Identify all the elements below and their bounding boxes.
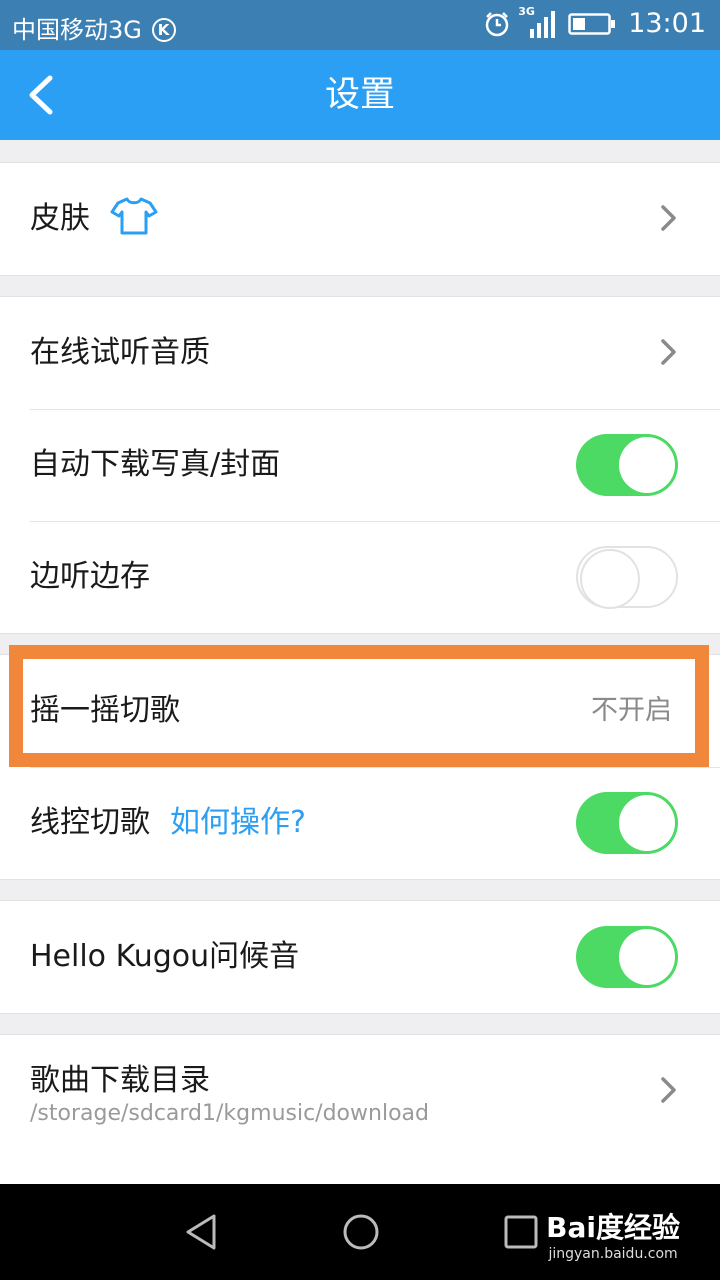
setting-row-quality[interactable]: 在线试听音质 xyxy=(0,297,720,409)
shake-value: 不开启 xyxy=(591,695,672,726)
how-to-link[interactable]: 如何操作? xyxy=(170,805,306,840)
chevron-right-icon xyxy=(661,1077,676,1103)
setting-row-auto-download: 自动下载写真/封面 xyxy=(0,409,720,521)
chevron-right-icon xyxy=(661,205,676,231)
auto-download-toggle[interactable] xyxy=(576,434,678,496)
wire-control-toggle[interactable] xyxy=(576,792,678,854)
section-controls: 摇一摇切歌 不开启 线控切歌 如何操作? xyxy=(0,654,720,880)
section-greeting: Hello Kugou问候音 xyxy=(0,900,720,1014)
download-dir-path: /storage/sdcard1/kgmusic/download xyxy=(30,1101,429,1126)
section-playback: 在线试听音质 自动下载写真/封面 边听边存 xyxy=(0,296,720,634)
navigation-bar: Bai度经验 jingyan.baidu.com xyxy=(0,1184,720,1280)
setting-row-greeting: Hello Kugou问候音 xyxy=(0,901,720,1013)
greeting-toggle[interactable] xyxy=(576,926,678,988)
alarm-icon xyxy=(485,11,509,36)
status-icons: 3G 13:01 xyxy=(484,5,706,39)
battery-icon xyxy=(568,12,616,35)
section-storage: 歌曲下载目录 /storage/sdcard1/kgmusic/download xyxy=(0,1034,720,1184)
setting-row-wire-control: 线控切歌 如何操作? xyxy=(0,767,720,879)
baidu-watermark: Bai度经验 jingyan.baidu.com xyxy=(546,1206,680,1262)
watermark-brand: Bai度经验 xyxy=(546,1211,680,1244)
cache-label: 边听边存 xyxy=(30,559,150,594)
carrier: 中国移动3G K xyxy=(12,10,176,45)
setting-row-download-dir[interactable]: 歌曲下载目录 /storage/sdcard1/kgmusic/download xyxy=(0,1035,720,1147)
setting-row-skin[interactable]: 皮肤 xyxy=(0,163,720,275)
watermark-site: jingyan.baidu.com xyxy=(548,1246,678,1262)
download-dir-label: 歌曲下载目录 xyxy=(30,1063,210,1098)
skin-label-text: 皮肤 xyxy=(30,201,90,236)
app-bar: 设置 xyxy=(0,50,720,140)
auto-download-label: 自动下载写真/封面 xyxy=(30,447,281,482)
page-title: 设置 xyxy=(324,75,395,115)
carrier-name: 中国移动3G xyxy=(12,16,142,44)
recents-square-icon[interactable] xyxy=(503,1214,539,1250)
back-triangle-icon[interactable] xyxy=(182,1212,222,1252)
skin-label: 皮肤 xyxy=(30,163,158,275)
clock: 13:01 xyxy=(628,8,706,39)
greeting-label: Hello Kugou问候音 xyxy=(30,939,300,974)
carrier-badge: K xyxy=(151,18,176,42)
wire-control-label: 线控切歌 如何操作? xyxy=(30,767,306,879)
shake-label: 摇一摇切歌 xyxy=(30,693,180,728)
cache-toggle[interactable] xyxy=(576,546,678,609)
home-circle-icon[interactable] xyxy=(341,1212,381,1252)
section-skin: 皮肤 xyxy=(0,162,720,276)
quality-label: 在线试听音质 xyxy=(30,335,210,370)
tshirt-icon xyxy=(110,197,158,235)
signal-icon: 3G xyxy=(518,5,556,39)
status-bar: 中国移动3G K 3G 13:01 xyxy=(0,0,720,50)
setting-row-shake[interactable]: 摇一摇切歌 不开启 xyxy=(0,655,720,767)
setting-row-cache: 边听边存 xyxy=(0,521,720,633)
wire-control-label-text: 线控切歌 xyxy=(30,805,150,840)
chevron-right-icon xyxy=(661,339,676,365)
